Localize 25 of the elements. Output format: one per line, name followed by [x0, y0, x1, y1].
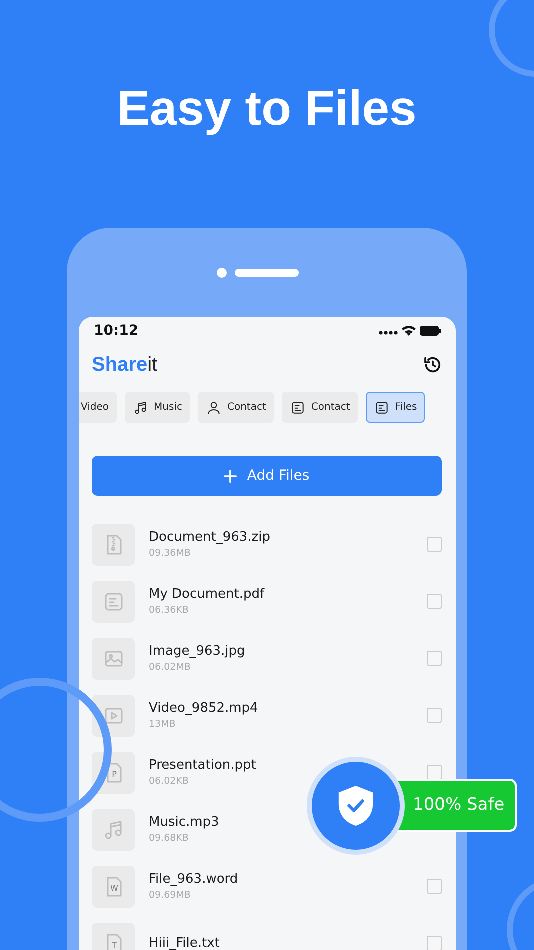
file-size: 09.36MB	[149, 548, 192, 559]
file-name: My Document.pdf	[149, 587, 266, 602]
add-files-button[interactable]: Add Files	[92, 456, 442, 496]
file-size: 06.02KB	[149, 776, 190, 787]
file-size: 09.68KB	[149, 833, 190, 844]
file-name: Image_963.jpg	[149, 644, 246, 659]
category-tab[interactable]: Files	[366, 392, 426, 423]
safe-label: 100% Safe	[395, 779, 517, 832]
category-tab[interactable]: Music	[125, 392, 190, 423]
status-time: 10:12	[94, 323, 139, 339]
file-size: 06.36KB	[149, 605, 190, 616]
file-name: File_963.word	[149, 872, 240, 887]
file-name: Music.mp3	[149, 815, 220, 830]
file-size: 13MB	[149, 719, 177, 730]
file-name: Document_963.zip	[149, 530, 272, 545]
category-tab[interactable]: Video	[79, 392, 118, 423]
category-tab[interactable]: Contact	[282, 392, 358, 423]
file-name: Video_9852.mp4	[149, 701, 260, 716]
file-size: 09.69MB	[149, 890, 192, 901]
file-name: Presentation.ppt	[149, 758, 258, 773]
file-name: Hiii_File.txt	[149, 936, 221, 950]
category-tab[interactable]: Contact	[198, 392, 274, 423]
headline: Easy to Files	[117, 81, 417, 138]
app-logo: Shareit	[92, 354, 158, 376]
file-size: 06.02MB	[149, 662, 192, 673]
